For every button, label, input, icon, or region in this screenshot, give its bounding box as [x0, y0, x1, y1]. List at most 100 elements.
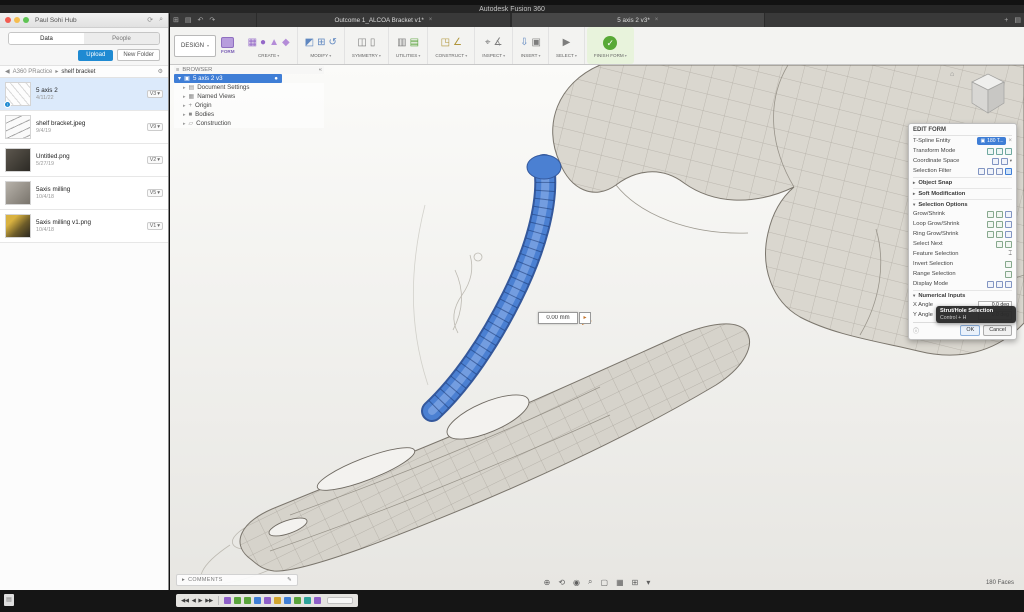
comments-bar[interactable]: ▸ COMMENTS ✎ [176, 574, 298, 586]
timeline-feature-icon[interactable] [234, 597, 241, 604]
pencil-icon[interactable]: ✎ [287, 577, 292, 583]
go-to-end-icon[interactable]: ▶▶ [205, 598, 213, 604]
expand-icon[interactable]: ▸ [183, 121, 186, 127]
plane-icon[interactable]: ◳ [441, 36, 450, 50]
tab-data[interactable]: Data [9, 33, 84, 44]
new-folder-button[interactable]: New Folder [117, 49, 160, 61]
mirror-symmetry-icon[interactable]: ◫ [357, 36, 366, 50]
zoom-window-button[interactable] [23, 17, 29, 23]
face-filter-icon[interactable] [996, 168, 1003, 175]
version-badge[interactable]: V1▾ [147, 222, 163, 230]
circular-symmetry-icon[interactable]: ▯ [370, 36, 376, 50]
timeline-feature-icon[interactable] [254, 597, 261, 604]
go-to-start-icon[interactable]: ◀◀ [181, 598, 189, 604]
smooth-display-icon[interactable] [1005, 281, 1012, 288]
step-back-icon[interactable]: ◀ [192, 598, 196, 604]
measure-icon[interactable]: ⌖ [485, 36, 491, 50]
loop-options-icon[interactable] [1005, 221, 1012, 228]
display-settings-icon[interactable]: ▦ [616, 578, 624, 587]
selected-strut[interactable] [432, 155, 561, 411]
cancel-button[interactable]: Cancel [983, 325, 1012, 336]
tspline-model[interactable] [170, 65, 1024, 590]
tab-people[interactable]: People [84, 33, 159, 44]
box-primitive-icon[interactable]: ▦ [248, 36, 257, 50]
fit-icon[interactable]: ▢ [601, 578, 609, 587]
browser-item-bodies[interactable]: ▸ ■ Bodies [174, 110, 324, 119]
timeline-scrubber[interactable] [327, 597, 353, 604]
object-snap-section[interactable]: ▸ Object Snap [913, 177, 1012, 187]
look-at-icon[interactable]: ◉ [573, 578, 580, 587]
minimize-window-button[interactable] [14, 17, 20, 23]
timeline-feature-icon[interactable] [314, 597, 321, 604]
info-icon[interactable]: ⓘ [913, 326, 919, 335]
insert-edge-icon[interactable]: ⊞ [317, 36, 325, 50]
clear-selection-icon[interactable]: × [1008, 138, 1012, 144]
grid-settings-icon[interactable]: ⊞ [632, 578, 639, 587]
list-item[interactable]: Untitled.png 5/27/19 V2▾ [0, 144, 168, 177]
canvas-icon[interactable]: ▣ [532, 36, 541, 50]
display-mode-icon[interactable]: ▥ [397, 36, 406, 50]
toolbar-group-finish-form[interactable]: ✓ FINISH FORM▾ [587, 27, 634, 64]
select-cursor-icon[interactable]: ▶ [563, 36, 571, 50]
select-prev-icon[interactable] [996, 241, 1003, 248]
breadcrumb-root[interactable]: A360 PRactice [13, 69, 53, 75]
ring-options-icon[interactable] [1005, 231, 1012, 238]
file-menu-icon[interactable]: ▤ [182, 16, 195, 24]
finish-form-check-icon[interactable]: ✓ [603, 36, 617, 50]
browser-item-construction[interactable]: ▸ ▱ Construction [174, 119, 324, 128]
collapse-browser-icon[interactable]: « [319, 67, 322, 73]
loop-shrink-icon[interactable] [996, 221, 1003, 228]
refresh-icon[interactable]: ⟳ [147, 16, 153, 24]
gear-icon[interactable]: ⚙ [158, 68, 163, 75]
3d-viewport[interactable]: ≡ BROWSER « ▾ ▣ 5 axis 2 v3 ● ▸ ▤ Docume… [170, 65, 1024, 590]
translate-icon[interactable] [987, 148, 994, 155]
dimension-handle-icon[interactable]: ▸ [579, 312, 591, 324]
chevron-right-icon[interactable]: ▸ [182, 577, 185, 583]
pan-icon[interactable]: ⊕ [544, 578, 551, 587]
shrink-icon[interactable] [996, 211, 1003, 218]
loop-grow-icon[interactable] [987, 221, 994, 228]
version-badge[interactable]: V3▾ [147, 90, 163, 98]
numerical-inputs-section[interactable]: ▾ Numerical Inputs [913, 290, 1012, 300]
timeline-feature-icon[interactable] [244, 597, 251, 604]
version-badge[interactable]: V5▾ [147, 189, 163, 197]
version-badge[interactable]: V9▾ [147, 123, 163, 131]
sphere-primitive-icon[interactable]: ● [260, 36, 266, 50]
menu-icon[interactable]: ≡ [176, 67, 179, 73]
vertex-filter-icon[interactable] [978, 168, 985, 175]
dimension-input[interactable] [538, 312, 578, 324]
bridge-icon[interactable]: ↺ [329, 36, 337, 50]
browser-item-document-settings[interactable]: ▸ ▤ Document Settings [174, 83, 324, 92]
expand-icon[interactable]: ▸ [183, 85, 186, 91]
settings-caret-icon[interactable]: ▾ [646, 578, 650, 587]
chevron-down-icon[interactable]: ▾ [1010, 158, 1012, 164]
browser-item-origin[interactable]: ▸ + Origin [174, 101, 324, 110]
chevron-down-icon[interactable]: ▾ [178, 75, 181, 82]
list-item[interactable]: shelf bracket.jpeg 9/4/19 V9▾ [0, 111, 168, 144]
close-window-button[interactable] [5, 17, 11, 23]
timeline-feature-icon[interactable] [294, 597, 301, 604]
timeline-feature-icon[interactable] [284, 597, 291, 604]
timeline-feature-icon[interactable] [274, 597, 281, 604]
back-icon[interactable]: ◀ [5, 68, 10, 75]
local-space-icon[interactable] [1001, 158, 1008, 165]
browser-root-node[interactable]: ▾ ▣ 5 axis 2 v3 ● [174, 74, 282, 83]
ring-shrink-icon[interactable] [996, 231, 1003, 238]
tab-list-icon[interactable]: ▤ [1011, 16, 1024, 24]
repair-body-icon[interactable]: ▤ [410, 36, 419, 50]
timeline-feature-icon[interactable] [264, 597, 271, 604]
cylinder-primitive-icon[interactable]: ▲ [269, 36, 279, 50]
torus-primitive-icon[interactable]: ◆ [282, 36, 290, 50]
axis-icon[interactable]: ∠ [453, 36, 462, 50]
edge-filter-icon[interactable] [987, 168, 994, 175]
document-tab-active[interactable]: 5 axis 2 v3* × [511, 13, 765, 27]
workspace-selector[interactable]: DESIGN ▾ [174, 35, 216, 57]
world-space-icon[interactable] [992, 158, 999, 165]
play-icon[interactable]: ▶ [198, 598, 202, 604]
invert-selection-icon[interactable] [1005, 261, 1012, 268]
grow-icon[interactable] [987, 211, 994, 218]
form-context-tab[interactable]: FORM [221, 37, 235, 54]
control-frame-display-icon[interactable] [996, 281, 1003, 288]
close-tab-icon[interactable]: × [429, 17, 433, 23]
close-tab-icon[interactable]: × [655, 17, 659, 23]
